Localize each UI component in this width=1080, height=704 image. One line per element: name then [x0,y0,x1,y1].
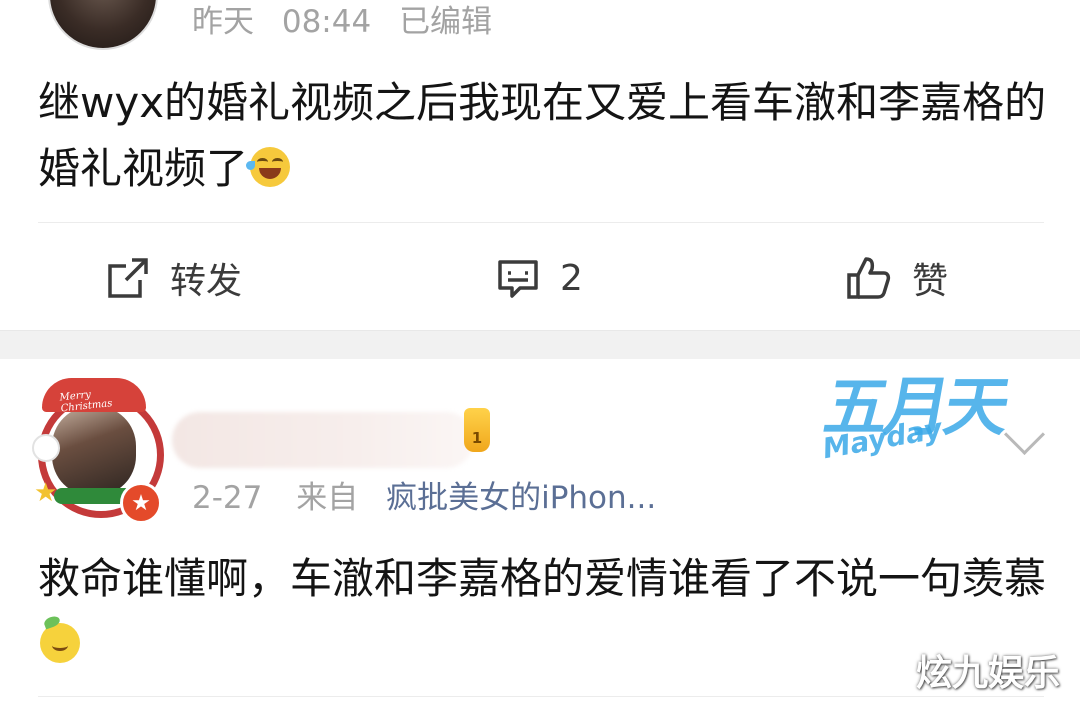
comment-button[interactable]: 2 [496,246,583,310]
repost-icon [108,258,148,298]
like-label: 赞 [912,261,949,302]
star-icon: ★ [34,478,58,508]
divider [38,696,1044,697]
thumbs-up-icon [847,257,891,299]
laugh-crying-icon [246,147,291,187]
avatar[interactable]: Merry Christmas ★ ★ [32,378,164,528]
post-text: 救命谁懂啊，车澈和李嘉格的爱情谁看了不说一句羡慕 [38,554,1047,603]
vip-badge-icon: 1 [464,408,490,452]
source-device-link[interactable]: 疯批美女的iPhon... [386,480,656,516]
hat-text: Merry Christmas [59,389,113,415]
post-time: 08:44 [281,4,372,40]
like-button[interactable]: 赞 [846,246,948,310]
comment-count: 2 [560,257,583,299]
avatar[interactable] [48,0,158,50]
username-redacted[interactable] [172,412,474,468]
post-content: 救命谁懂啊，车澈和李嘉格的爱情谁看了不说一句羡慕 [38,546,1048,678]
feed-separator [0,330,1080,359]
post-text: 继wyx的婚礼视频之后我现在又爱上看车澈和李嘉格的婚礼视频了 [38,78,1047,193]
post-day: 昨天 [192,4,254,40]
chevron-down-icon[interactable] [1003,413,1046,456]
action-bar: 转发 2 赞 [0,246,1080,310]
post-meta: 2-27 来自 疯批美女的iPhon... [192,478,656,518]
watermark: 炫九娱乐 [915,653,1060,694]
post-content: 继wyx的婚礼视频之后我现在又爱上看车澈和李嘉格的婚礼视频了 [38,70,1048,202]
verified-badge-icon: ★ [120,482,162,524]
repost-label: 转发 [170,261,243,302]
edited-label: 已编辑 [399,4,493,40]
post-meta: 昨天 08:44 已编辑 [192,2,510,42]
shy-smile-icon [40,623,80,663]
repost-button[interactable]: 转发 [106,246,242,310]
divider [38,222,1044,223]
christmas-hat-icon: Merry Christmas [42,378,146,415]
pompom-icon [32,434,60,462]
source-prefix: 来自 [296,480,359,516]
avatar-photo [52,406,136,496]
comment-icon [498,260,538,298]
post-date: 2-27 [192,480,263,516]
